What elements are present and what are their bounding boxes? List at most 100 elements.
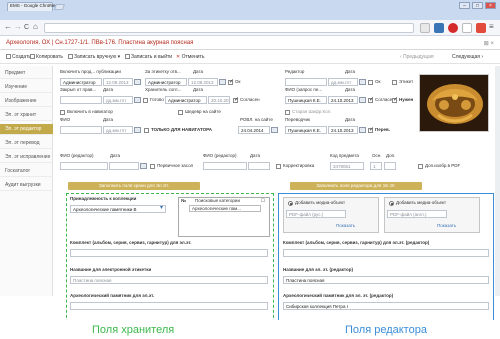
- forward-button[interactable]: →: [14, 23, 22, 31]
- label-resp-date-field[interactable]: 12.09.2013: [188, 78, 218, 86]
- save-exit-button[interactable]: Записать и выйти: [125, 54, 172, 60]
- fio-editor2-field[interactable]: [203, 162, 247, 170]
- pdf-ru-field[interactable]: PDF-файл (рус.): [286, 210, 346, 218]
- tab-close-icon[interactable]: ×: [48, 3, 51, 9]
- calendar-icon[interactable]: [359, 127, 366, 133]
- object-photo[interactable]: [419, 74, 489, 132]
- request-field[interactable]: Пушницкая К.Е.: [285, 96, 327, 104]
- show-link[interactable]: Показать: [336, 223, 355, 228]
- editor-arch-field[interactable]: Сибирская коллекция Петра I: [283, 302, 489, 310]
- translator-field[interactable]: Пушницкая К.Е.: [285, 126, 327, 134]
- add-media-radio[interactable]: [288, 201, 293, 206]
- sidebar-item-subject[interactable]: Предмет: [0, 68, 53, 79]
- maximize-button[interactable]: □: [472, 2, 483, 9]
- publish-admin-field[interactable]: Администратор: [60, 78, 102, 86]
- calendar-icon[interactable]: [359, 79, 366, 85]
- new-tab-button[interactable]: [54, 4, 65, 10]
- primary-checkbox[interactable]: [150, 164, 155, 169]
- request-date-field[interactable]: 24.10.2013: [328, 96, 358, 104]
- sidebar-item-goskatalog[interactable]: Госкаталог: [0, 166, 53, 177]
- keeper-agree-field[interactable]: Администратор: [165, 96, 207, 104]
- show-link[interactable]: Показать: [437, 223, 456, 228]
- dop-field[interactable]: [384, 162, 396, 170]
- create-button[interactable]: Создать: [6, 54, 31, 60]
- sidebar-item-keeper-label[interactable]: Эл. эт хранит: [0, 110, 53, 121]
- prev-button[interactable]: ‹ Предыдущая: [400, 54, 434, 60]
- calendar-icon[interactable]: [134, 127, 141, 133]
- closed-date-field[interactable]: дд.мм.гггг: [103, 96, 133, 104]
- label-ok-checkbox[interactable]: [228, 78, 234, 85]
- back-button[interactable]: ←: [4, 23, 12, 31]
- osn-field[interactable]: 1: [370, 162, 382, 170]
- extension-icon[interactable]: [420, 23, 430, 33]
- label-resp-field[interactable]: Администратор: [145, 78, 187, 86]
- keeper-agree-checkbox[interactable]: [233, 96, 239, 103]
- belong-field[interactable]: Археологические памятники В: [70, 205, 166, 213]
- etiket-checkbox[interactable]: [392, 80, 397, 85]
- nujen-checkbox[interactable]: [392, 96, 398, 103]
- shedevr-checkbox[interactable]: [178, 110, 183, 115]
- calendar-icon[interactable]: [271, 127, 278, 133]
- sidebar-item-editor-label[interactable]: Эл. эт редактор: [0, 124, 53, 135]
- calendar-icon[interactable]: [359, 97, 366, 103]
- page-scrollbar[interactable]: [495, 66, 500, 296]
- menu-icon[interactable]: ≡: [489, 23, 494, 31]
- minimize-button[interactable]: –: [459, 2, 470, 9]
- calendar-icon[interactable]: [134, 79, 141, 85]
- sidebar-item-translation[interactable]: Эл. эт перевод: [0, 138, 53, 149]
- editor-date-field[interactable]: дд.мм.гггг: [328, 78, 358, 86]
- fill-editor-button[interactable]: Заполнить поля редактора для Эл.Эт.: [290, 182, 422, 190]
- arch-field[interactable]: [70, 302, 268, 310]
- editor-field[interactable]: [285, 78, 327, 86]
- next-button[interactable]: Следующая ›: [452, 54, 483, 60]
- name-field[interactable]: Пластина поясная: [70, 276, 268, 284]
- table-row[interactable]: Археологические пам...: [189, 205, 261, 212]
- add-media-radio[interactable]: [389, 201, 394, 206]
- publish-date-field[interactable]: 12.09.2013: [103, 78, 133, 86]
- ready-checkbox[interactable]: [143, 98, 148, 103]
- cancel-button[interactable]: ✕ Отменить: [176, 54, 204, 60]
- extension-icon-white[interactable]: [462, 23, 472, 33]
- editor-name-field[interactable]: Пластина поясная: [283, 276, 489, 284]
- translator-checkbox[interactable]: [368, 126, 374, 133]
- browser-tab[interactable]: EMS - Google Chrome ×: [7, 2, 56, 11]
- code-field[interactable]: 3478051: [330, 162, 364, 170]
- include-nav-checkbox[interactable]: [60, 110, 65, 115]
- fio-editor-field[interactable]: [60, 162, 108, 170]
- editor-ok-checkbox[interactable]: [368, 80, 373, 85]
- only-nav-checkbox[interactable]: [144, 128, 149, 133]
- opera-icon[interactable]: [448, 23, 458, 33]
- calendar-icon[interactable]: [140, 163, 147, 169]
- close-window-button[interactable]: ×: [485, 2, 496, 9]
- address-bar[interactable]: [44, 23, 414, 33]
- old-cipher-checkbox[interactable]: [285, 110, 290, 115]
- complex-field[interactable]: [70, 249, 268, 257]
- sidebar-item-study[interactable]: Изучение: [0, 82, 53, 93]
- pub-date-field[interactable]: 24.04.2014: [238, 126, 270, 134]
- close-record-icon[interactable]: ⊠ ×: [484, 40, 494, 47]
- reload-button[interactable]: C: [24, 24, 29, 31]
- sidebar-item-fix[interactable]: Эл. эт исправление: [0, 152, 53, 163]
- translator-date-field[interactable]: 24.10.2013: [328, 126, 358, 134]
- pdf-en-field[interactable]: PDF-файл (англ.): [387, 210, 447, 218]
- correct-checkbox[interactable]: [276, 164, 281, 169]
- closed-by-field[interactable]: [60, 96, 102, 104]
- calendar-icon[interactable]: [134, 97, 141, 103]
- keeper-agree-date-field[interactable]: 20.10.2013: [208, 96, 230, 104]
- copy-button[interactable]: Копировать: [30, 54, 63, 60]
- editor-complex-field[interactable]: [283, 249, 489, 257]
- extension-icon-red[interactable]: [476, 23, 486, 33]
- fio-date-field[interactable]: дд.мм.гггг: [103, 126, 133, 134]
- home-button[interactable]: ⌂: [33, 23, 38, 31]
- request-agree-checkbox[interactable]: [368, 96, 374, 103]
- save-manual-button[interactable]: Записать вручную ▾: [68, 54, 120, 60]
- extension-icon-blue[interactable]: [434, 23, 444, 33]
- dop-pdf-checkbox[interactable]: [418, 164, 423, 169]
- fio-field[interactable]: [60, 126, 102, 134]
- open-dropdown-icon[interactable]: ▾: [160, 205, 163, 212]
- fill-keeper-button[interactable]: Заполнить поля храни для Эл.Эт.: [68, 182, 200, 190]
- fio-editor2-date-field[interactable]: [248, 162, 270, 170]
- sidebar-item-image[interactable]: Изображение: [0, 96, 53, 107]
- fio-editor-date-field[interactable]: [109, 162, 139, 170]
- calendar-icon[interactable]: [219, 79, 226, 85]
